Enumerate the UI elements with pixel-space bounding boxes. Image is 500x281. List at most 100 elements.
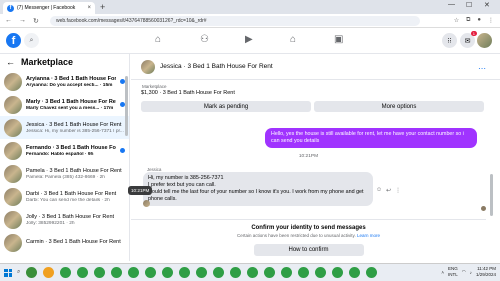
url-bar[interactable]: web.facebook.com/messages/t/437647885600… [50,16,420,26]
messenger-icon[interactable]: ✉ 1 [460,31,477,48]
marketplace-icon[interactable]: ⌂ [290,34,296,45]
more-options-button[interactable]: More options [314,101,484,112]
conversation-item[interactable]: Carmin · 3 Bed 1 Bath House For Rent [0,231,129,254]
chrome-icon[interactable] [281,267,293,278]
close-tab-icon[interactable]: × [87,5,91,11]
incoming-line: Hi, my number is 385-256-7371 [148,175,224,181]
conversation-preview: Pamela: Pamela (385) 432-8669 [26,174,96,180]
mark-as-pending-button[interactable]: Mark as pending [141,101,311,112]
conversation-avatar [4,141,22,160]
chrome-icon[interactable] [264,267,276,278]
conversation-item[interactable]: Pamela · 3 Bed 1 Bath House For Rent Pame… [0,162,129,185]
chrome-icon[interactable] [298,267,310,278]
region-label[interactable]: INTL [448,272,458,278]
conversation-avatar [4,72,22,91]
menu-grid-icon[interactable]: ⁝⁝ [442,33,457,48]
chat-scrollbar[interactable] [490,174,493,216]
chrome-icon[interactable] [213,267,225,278]
star-icon[interactable]: ☆ [454,17,459,24]
conversation-time: · 15m [99,82,113,88]
chat-header: Jessica · 3 Bed 1 Bath House For Rent [131,54,500,80]
conversation-avatar [4,233,22,252]
close-window-button[interactable]: ✕ [484,1,490,9]
conversation-item[interactable]: Fernando · 3 Bed 1 Bath House For RentFe… [0,139,129,162]
conversation-item[interactable]: Marly · 3 Bed 1 Bath House For Rent Marly… [0,93,129,116]
conversation-item[interactable]: Darbi · 3 Bed 1 Bath House For Rent Darbi… [0,185,129,208]
conversation-preview: Aryianna: Do you accept secti... [26,82,99,88]
how-to-confirm-button[interactable]: How to confirm [253,244,364,256]
video-icon[interactable]: ▶ [245,34,253,45]
facebook-logo[interactable]: f [6,33,21,48]
facebook-header: f ⌕ ⌂ ⚇ ▶ ⌂ ▣ ⁝⁝ ✉ 1 [0,28,500,54]
outgoing-message[interactable]: Hello, yes the house is still available … [265,128,477,148]
chrome-icon[interactable] [162,267,174,278]
chrome-icon[interactable] [77,267,89,278]
folder-icon[interactable] [43,267,55,278]
browser-tab-bar: f (7) Messenger | Facebook × + — ☐ ✕ [0,0,500,14]
friends-icon[interactable]: ⚇ [200,34,209,45]
windows-start-icon[interactable] [4,268,12,277]
new-tab-button[interactable]: + [100,2,105,12]
conversation-preview: Jessica: Hi, my number is 385-256-7371 I… [26,128,124,134]
chrome-icon[interactable] [128,267,140,278]
volume-icon[interactable]: ♪ [470,270,472,275]
chevron-up-icon[interactable]: ˄ [441,270,444,275]
facebook-favicon-icon: f [7,4,14,12]
home-icon[interactable]: ⌂ [155,34,161,45]
chat-avatar[interactable] [141,59,155,74]
wifi-icon[interactable]: ◠ [462,269,466,275]
chat-options-icon[interactable]: ⋯ [478,64,486,73]
message-actions: ☺ ↩ ⋮ [376,187,401,194]
menu-dots-icon[interactable]: ⋮ [488,17,494,24]
sidebar-scrollbar[interactable] [125,76,128,136]
react-icon[interactable]: ☺ [376,187,382,194]
account-avatar[interactable] [477,33,492,48]
chrome-icon[interactable] [196,267,208,278]
conversation-item[interactable]: Jolly · 3 Bed 1 Bath House For Rent Jolly… [0,208,129,231]
chrome-icon[interactable] [315,267,327,278]
incoming-message[interactable]: Hi, my number is 385-256-7371 I prefer t… [143,172,373,206]
taskbar-search-icon[interactable]: ⌕ [17,269,20,276]
more-icon[interactable]: ⋮ [395,187,401,194]
chrome-icon[interactable] [94,267,106,278]
conversation-avatar [4,95,22,114]
conversation-name: Jessica · 3 Bed 1 Bath House For Rent [26,121,122,128]
chrome-icon[interactable] [230,267,242,278]
browser-tab[interactable]: f (7) Messenger | Facebook × [3,2,95,14]
minimize-button[interactable]: — [448,1,455,8]
chrome-icon[interactable] [366,267,378,278]
reload-icon[interactable]: ↻ [33,17,39,25]
learn-more-link[interactable]: Learn more [357,233,380,238]
chrome-icon[interactable] [60,267,72,278]
back-arrow-icon[interactable]: ← [6,57,15,67]
clock[interactable]: 11:42 PM 1/29/2024 [476,266,496,278]
conversation-item[interactable]: Jessica · 3 Bed 1 Bath House For Rent Jes… [0,116,129,139]
extensions-icon[interactable]: ⧉ [466,17,470,24]
chat-title[interactable]: Jessica · 3 Bed 1 Bath House For Rent [160,63,273,70]
reply-icon[interactable]: ↩ [386,187,391,194]
chrome-icon[interactable] [111,267,123,278]
forward-icon[interactable]: → [19,17,26,24]
notification-badge: 1 [470,31,477,36]
chrome-icon[interactable] [179,267,191,278]
conversation-avatar [4,164,22,183]
gaming-icon[interactable]: ▣ [334,34,343,45]
conversation-name: Carmin · 3 Bed 1 Bath House For Rent [26,239,121,245]
app-icon[interactable] [26,267,38,278]
listing-price[interactable]: $1,300 · 3 Bed 1 Bath House For Rent [141,90,484,96]
conversation-name: Aryianna · 3 Bed 1 Bath House For Rent [26,75,116,82]
sidebar-header: ← Marketplace [0,54,129,70]
marketplace-conversation-list: ← Marketplace Aryianna · 3 Bed 1 Bath Ho… [0,54,130,261]
conversation-time: · 2h [66,220,75,226]
search-icon[interactable]: ⌕ [24,33,39,48]
profile-icon[interactable]: ● [477,17,481,24]
chrome-icon[interactable] [247,267,259,278]
chrome-icon[interactable] [145,267,157,278]
conversation-name: Pamela · 3 Bed 1 Bath House For Rent [26,167,122,174]
chrome-icon[interactable] [332,267,344,278]
chrome-icon[interactable] [349,267,361,278]
conversation-item[interactable]: Aryianna · 3 Bed 1 Bath House For RentAr… [0,70,129,93]
back-icon[interactable]: ← [5,17,12,24]
maximize-button[interactable]: ☐ [466,1,472,9]
conversation-avatar [4,187,22,206]
